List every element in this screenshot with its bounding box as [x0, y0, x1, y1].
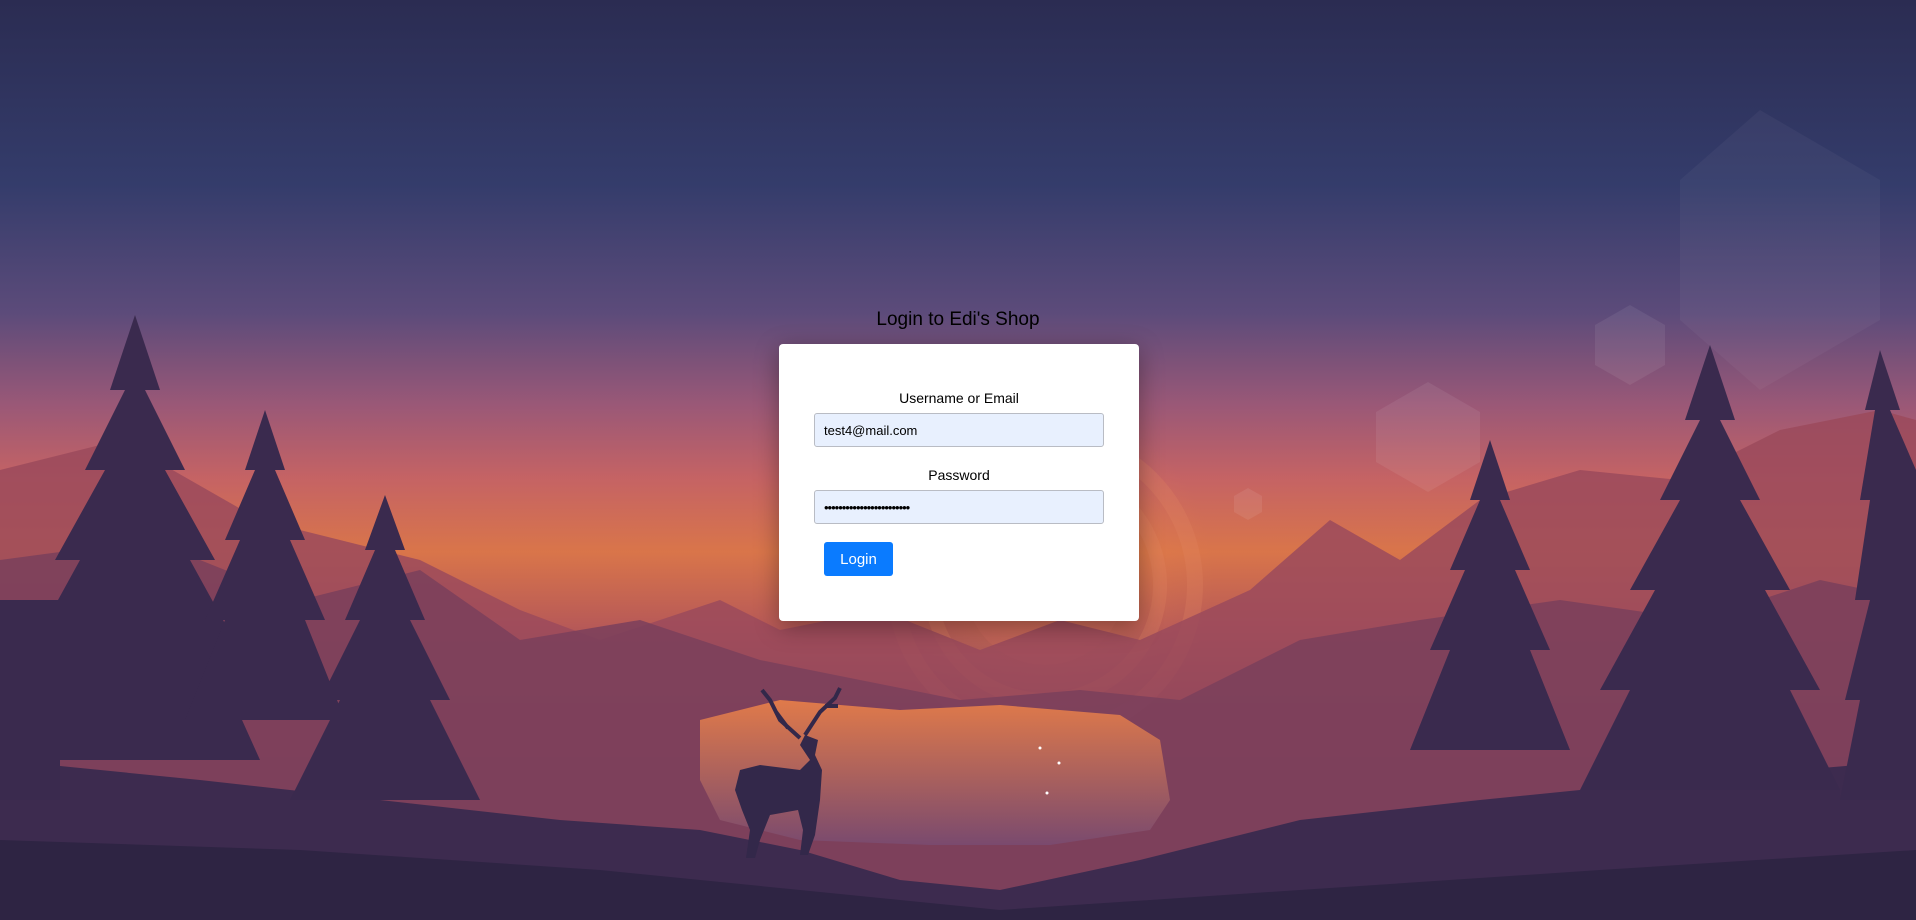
login-card: Username or Email Password Login	[779, 344, 1139, 621]
password-input[interactable]	[814, 490, 1104, 524]
username-input[interactable]	[814, 413, 1104, 447]
password-label: Password	[928, 467, 990, 483]
login-button[interactable]: Login	[824, 542, 893, 576]
username-label: Username or Email	[899, 390, 1019, 406]
page-title: Login to Edi's Shop	[876, 309, 1040, 330]
bokeh-hexagon	[1234, 488, 1262, 520]
bokeh-hexagon	[1376, 382, 1480, 492]
